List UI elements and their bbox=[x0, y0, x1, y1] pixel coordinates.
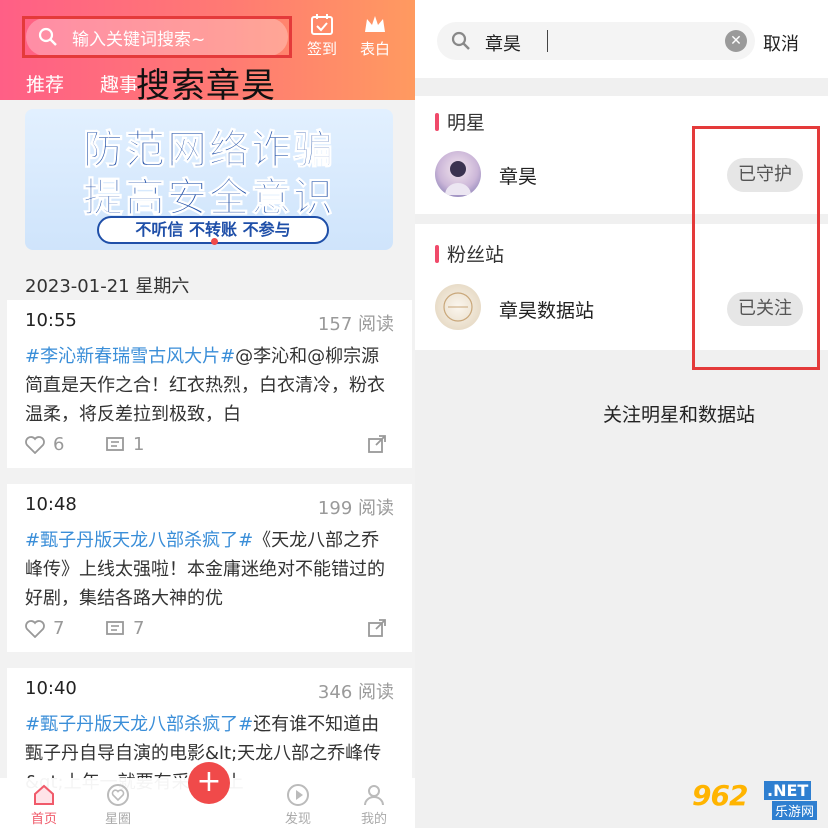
instruction-label: 搜索章昊 bbox=[136, 66, 276, 106]
post-hashtag[interactable]: #甄子丹版天龙八部杀疯了# bbox=[25, 530, 253, 551]
post-hashtag[interactable]: #甄子丹版天龙八部杀疯了# bbox=[25, 714, 253, 735]
nav-discover-label: 发现 bbox=[284, 812, 311, 827]
tab-recommend[interactable]: 推荐 bbox=[26, 70, 64, 97]
nav-star-circle[interactable]: 星圈 bbox=[88, 782, 148, 827]
nav-profile[interactable]: 我的 bbox=[344, 782, 404, 827]
create-post-button[interactable]: + bbox=[188, 762, 230, 804]
tab-fun[interactable]: 趣事 bbox=[100, 70, 138, 97]
comment-icon bbox=[106, 436, 124, 451]
post-card[interactable]: 10:48 199 阅读 #甄子丹版天龙八部杀疯了#《天龙八部之乔峰传》上线太强… bbox=[7, 484, 412, 652]
home-icon bbox=[34, 784, 54, 805]
watermark-site: 乐游网 bbox=[772, 801, 818, 820]
watermark-logo: 962 .NET 乐游网 bbox=[692, 779, 824, 823]
post-time: 10:55 bbox=[25, 310, 77, 331]
search-input[interactable]: 章昊 ✕ bbox=[437, 22, 755, 60]
post-reads: 199 阅读 bbox=[317, 498, 394, 519]
post-body: #李沁新春瑞雪古风大片#@李沁和@柳宗源简直是天作之合！红衣热烈，白衣清冷，粉衣… bbox=[25, 342, 385, 429]
heart-icon bbox=[25, 435, 45, 454]
confession-label: 表白 bbox=[359, 40, 390, 58]
share-button[interactable] bbox=[367, 618, 387, 638]
post-card[interactable]: 10:55 157 阅读 #李沁新春瑞雪古风大片#@李沁和@柳宗源简直是天作之合… bbox=[7, 300, 412, 468]
anti-fraud-banner[interactable]: 防范网络诈骗 提高安全意识 不听信 不转账 不参与 bbox=[25, 109, 393, 250]
share-icon bbox=[368, 619, 386, 637]
nav-profile-label: 我的 bbox=[360, 812, 387, 827]
post-actions: 7 7 bbox=[25, 618, 395, 644]
post-hashtag[interactable]: #李沁新春瑞雪古风大片# bbox=[25, 346, 235, 367]
comment-count: 7 bbox=[133, 618, 145, 639]
nav-home-label: 首页 bbox=[30, 812, 57, 827]
comment-button[interactable]: 7 bbox=[105, 618, 144, 639]
comment-button[interactable]: 1 bbox=[105, 434, 144, 455]
comment-icon bbox=[106, 620, 124, 635]
watermark-number: 962 bbox=[692, 779, 748, 812]
home-tabs: 推荐 趣事 bbox=[26, 70, 138, 97]
result-name[interactable]: 章昊 bbox=[499, 162, 537, 189]
nav-star-circle-label: 星圈 bbox=[104, 812, 131, 827]
avatar[interactable] bbox=[435, 284, 481, 330]
share-icon bbox=[368, 435, 386, 453]
like-count: 6 bbox=[53, 434, 65, 455]
result-name[interactable]: 章昊数据站 bbox=[499, 296, 594, 323]
like-button[interactable]: 7 bbox=[25, 618, 64, 639]
crown-icon bbox=[365, 16, 385, 32]
section-title-text: 粉丝站 bbox=[447, 244, 505, 266]
section-title: 明星 bbox=[435, 108, 485, 135]
avatar-person-icon bbox=[445, 161, 471, 195]
date-header: 2023-01-21 星期六 bbox=[25, 276, 190, 297]
user-icon bbox=[364, 785, 384, 806]
search-results-panel: 章昊 ✕ 取消 明星 章昊 已守护 粉丝站 章昊数据站 已关注 关注明星和数据站 bbox=[415, 0, 828, 828]
search-icon bbox=[451, 31, 470, 50]
section-title: 粉丝站 bbox=[435, 240, 504, 267]
fan-site-logo-icon bbox=[443, 292, 473, 322]
accent-bar bbox=[435, 244, 439, 263]
search-highlight-box bbox=[22, 16, 292, 58]
post-actions: 6 1 bbox=[25, 434, 395, 460]
watermark-net: .NET bbox=[764, 781, 812, 800]
sign-in-label: 签到 bbox=[306, 40, 337, 58]
nav-home[interactable]: 首页 bbox=[14, 782, 74, 827]
accent-bar bbox=[435, 112, 439, 131]
clear-icon[interactable]: ✕ bbox=[725, 30, 747, 52]
screenshot-root: 输入关键词搜索~ 签到 表白 推荐 趣事 搜索章昊 防范网络诈骗 提高安全意识 … bbox=[0, 0, 828, 828]
search-query: 章昊 bbox=[485, 34, 521, 55]
section-title-text: 明星 bbox=[447, 112, 486, 134]
search-bar-area: 章昊 ✕ 取消 bbox=[415, 0, 828, 78]
heart-circle-icon bbox=[107, 784, 129, 806]
calendar-icon bbox=[311, 14, 333, 35]
heart-icon bbox=[25, 619, 45, 638]
like-button[interactable]: 6 bbox=[25, 434, 64, 455]
post-reads: 157 阅读 bbox=[317, 314, 394, 335]
post-time: 10:48 bbox=[25, 494, 77, 515]
confession-button[interactable]: 表白 bbox=[355, 12, 395, 59]
sign-in-button[interactable]: 签到 bbox=[302, 12, 342, 59]
like-count: 7 bbox=[53, 618, 65, 639]
post-time: 10:40 bbox=[25, 678, 77, 699]
banner-line-2: 提高安全意识 bbox=[83, 175, 335, 222]
post-reads: 346 阅读 bbox=[317, 682, 394, 703]
avatar[interactable] bbox=[435, 151, 481, 197]
comment-count: 1 bbox=[133, 434, 145, 455]
cancel-button[interactable]: 取消 bbox=[763, 30, 799, 56]
instruction-note: 关注明星和数据站 bbox=[603, 404, 756, 426]
share-button[interactable] bbox=[367, 434, 387, 454]
post-body: #甄子丹版天龙八部杀疯了#《天龙八部之乔峰传》上线太强啦！本金庸迷绝对不能错过的… bbox=[25, 526, 385, 613]
text-cursor bbox=[547, 30, 548, 52]
app-home-panel: 输入关键词搜索~ 签到 表白 推荐 趣事 搜索章昊 防范网络诈骗 提高安全意识 … bbox=[0, 0, 415, 828]
play-circle-icon bbox=[287, 784, 309, 806]
carousel-dot bbox=[211, 238, 218, 245]
nav-discover[interactable]: 发现 bbox=[268, 782, 328, 827]
buttons-highlight-box bbox=[692, 126, 820, 370]
